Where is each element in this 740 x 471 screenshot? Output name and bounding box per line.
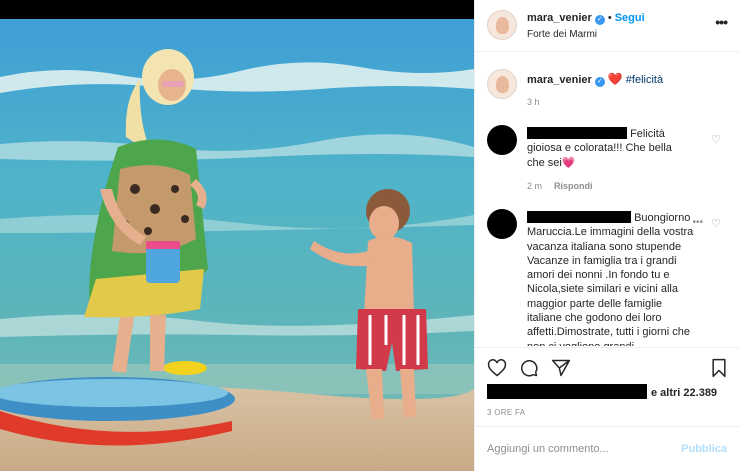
reply-button[interactable]: Rispondi: [554, 181, 593, 191]
redacted-username: [527, 127, 627, 139]
comment-more-icon[interactable]: •••: [692, 217, 703, 228]
header-user-line: mara_venier ✓ • Segui: [527, 12, 645, 25]
heart-emoji: 💗: [561, 156, 576, 169]
ellipsis-icon[interactable]: •••: [715, 14, 728, 30]
verified-badge-icon: ✓: [594, 15, 605, 25]
like-comment-icon[interactable]: ♡: [711, 217, 721, 230]
follow-button[interactable]: Segui: [615, 12, 645, 24]
comment-time: 2 m: [527, 181, 543, 191]
top-black-bar: [0, 0, 474, 19]
comment-avatar[interactable]: [487, 209, 517, 239]
heart-icon[interactable]: [487, 358, 507, 378]
likes-count[interactable]: e altri 22.389: [487, 384, 717, 399]
paper-plane-icon[interactable]: [551, 358, 571, 378]
hashtag-link[interactable]: #felicità: [626, 74, 663, 86]
avatar[interactable]: [487, 10, 517, 40]
caption-text: mara_venier ✓ ❤️ #felicità: [527, 72, 663, 87]
comments-list[interactable]: mara_venier ✓ ❤️ #felicità 3 h Felicità gio…: [475, 53, 740, 346]
comment-icon[interactable]: [519, 358, 539, 378]
separator: •: [607, 12, 612, 24]
likes-text: e altri 22.389: [651, 387, 718, 399]
comment-input[interactable]: [487, 440, 667, 458]
post-header: mara_venier ✓ • Segui Forte dei Marmi •••: [475, 0, 740, 52]
comment-text: Buongiorno Maruccia.Le immagini della vo…: [527, 211, 697, 346]
post-side-panel: mara_venier ✓ • Segui Forte dei Marmi ••• m…: [474, 0, 740, 471]
bookmark-icon[interactable]: [709, 358, 729, 378]
action-bar: [475, 347, 740, 387]
redacted-liker: [487, 384, 647, 399]
location-link[interactable]: Forte dei Marmi: [527, 29, 597, 40]
caption-avatar[interactable]: [487, 69, 517, 99]
beach-photo: [0, 19, 474, 471]
post-timestamp[interactable]: 3 ORE FA: [487, 408, 525, 417]
add-comment-bar: Pubblica: [475, 426, 740, 471]
comment-meta: 2 m Rispondi: [527, 181, 593, 191]
publish-button[interactable]: Pubblica: [681, 443, 727, 455]
comment-avatar[interactable]: [487, 125, 517, 155]
post-photo[interactable]: [0, 19, 474, 471]
caption-time: 3 h: [527, 97, 540, 107]
like-comment-icon[interactable]: ♡: [711, 133, 721, 146]
comment-body: Buongiorno Maruccia.Le immagini della vo…: [527, 212, 694, 346]
comment-text: Felicità gioiosa e colorata!!! Che bella…: [527, 127, 677, 170]
heart-emoji: ❤️: [607, 72, 623, 86]
caption-username[interactable]: mara_venier: [527, 74, 592, 86]
verified-badge-icon: ✓: [594, 77, 605, 87]
redacted-username: [527, 211, 631, 223]
header-username[interactable]: mara_venier: [527, 12, 592, 24]
